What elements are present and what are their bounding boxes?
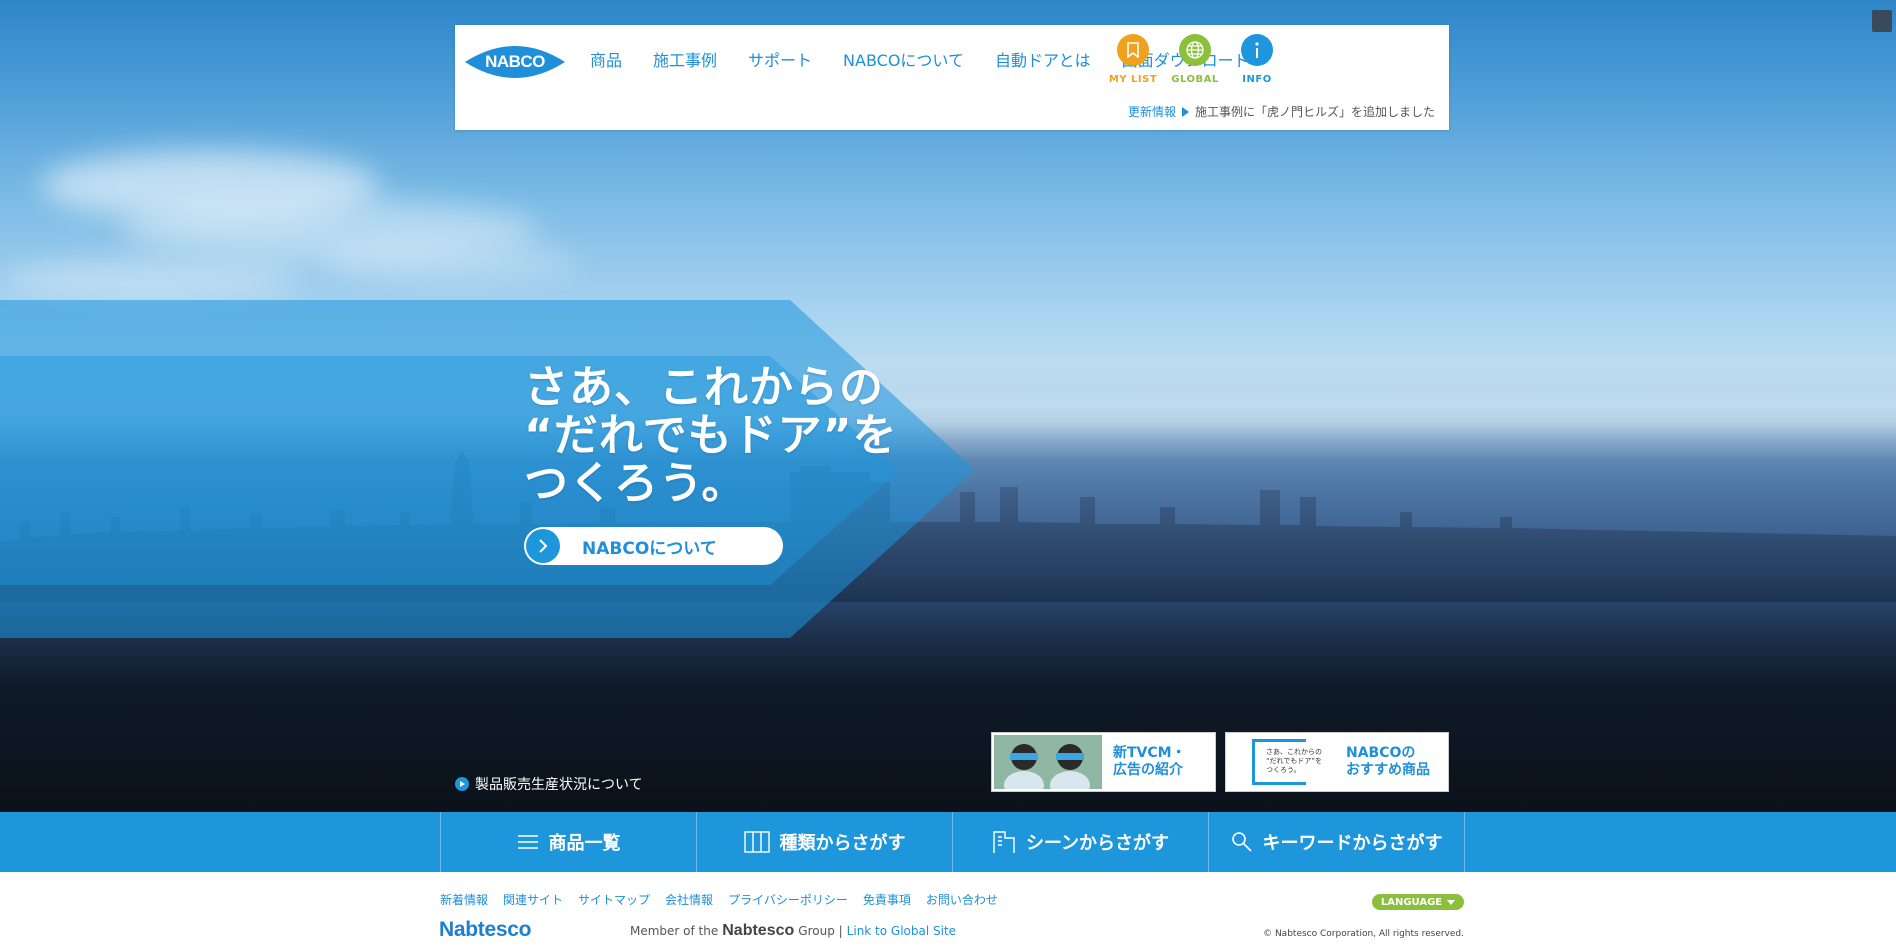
news-text[interactable]: 施工事例に「虎ノ門ヒルズ」を追加しました	[1195, 103, 1435, 120]
global-label: GLOBAL	[1171, 74, 1219, 85]
list-icon	[517, 835, 538, 849]
caret-down-icon	[1447, 899, 1456, 905]
language-dropdown[interactable]: LANGUAGE	[1372, 894, 1464, 910]
extension-icon[interactable]	[1872, 10, 1892, 32]
mylist-button[interactable]: MY LIST	[1108, 34, 1158, 85]
news-ticker: 更新情報 施工事例に「虎ノ門ヒルズ」を追加しました	[1128, 103, 1435, 120]
member-of-group: Member of the Nabtesco Group | Link to G…	[630, 922, 956, 940]
nav-case-studies[interactable]: 施工事例	[653, 47, 717, 71]
tvcm-card-text: 新TVCM・ 広告の紹介	[1113, 745, 1186, 778]
footer-link-company[interactable]: 会社情報	[665, 891, 713, 908]
globe-icon	[1179, 34, 1211, 66]
global-site-link[interactable]: Link to Global Site	[847, 924, 956, 938]
search-icon	[1231, 832, 1252, 852]
nabco-logo[interactable]: NABCO	[465, 42, 565, 82]
nav-support[interactable]: サポート	[748, 47, 812, 71]
site-header: NABCO 商品 施工事例 サポート NABCOについて 自動ドアとは 図面ダウ…	[455, 25, 1449, 130]
member-prefix: Member of the	[630, 924, 719, 938]
hero-headline: さあ、これからの “だれでもドア”を つくろう。	[524, 362, 898, 509]
tab-search-by-scene-label: シーンからさがす	[1025, 833, 1170, 854]
recommended-products-card[interactable]: さあ、これからの “だれでもドア”を つくろう。 NABCOの おすすめ商品	[1225, 732, 1449, 792]
building-icon	[993, 831, 1015, 853]
footer-link-news[interactable]: 新着情報	[440, 891, 488, 908]
footer-link-disclaimer[interactable]: 免責事項	[863, 891, 911, 908]
footer-link-related-sites[interactable]: 関連サイト	[503, 891, 563, 908]
news-label[interactable]: 更新情報	[1128, 103, 1176, 120]
tab-product-list-label: 商品一覧	[548, 833, 621, 854]
tvcm-card[interactable]: 新TVCM・ 広告の紹介	[991, 732, 1216, 792]
tab-search-by-keyword-label: キーワードからさがす	[1262, 833, 1443, 854]
tab-search-by-scene[interactable]: シーンからさがす	[952, 812, 1208, 872]
tab-search-by-keyword[interactable]: キーワードからさがす	[1208, 812, 1465, 872]
info-label: INFO	[1242, 74, 1272, 85]
info-icon	[1241, 34, 1273, 66]
info-button[interactable]: INFO	[1232, 34, 1282, 85]
door-panels-icon	[743, 831, 770, 853]
footer-link-contact[interactable]: お問い合わせ	[926, 891, 998, 908]
tab-product-list[interactable]: 商品一覧	[440, 812, 696, 872]
mylist-label: MY LIST	[1108, 74, 1158, 85]
nav-what-is-auto-door[interactable]: 自動ドアとは	[995, 47, 1091, 71]
tvcm-thumbnail	[994, 735, 1102, 789]
about-nabco-label: NABCOについて	[582, 538, 717, 559]
language-label: LANGUAGE	[1380, 896, 1443, 908]
production-status-label: 製品販売生産状況について	[475, 777, 643, 793]
nabtesco-logo[interactable]: Nabtesco	[439, 918, 531, 942]
triangle-right-icon	[1181, 106, 1189, 117]
chevron-right-icon	[526, 529, 560, 563]
footer-link-privacy[interactable]: プライバシーポリシー	[728, 891, 848, 908]
nav-products[interactable]: 商品	[590, 47, 622, 71]
bookmark-icon	[1117, 34, 1149, 66]
play-icon	[455, 777, 469, 791]
recommended-card-text: NABCOの おすすめ商品	[1346, 745, 1430, 778]
global-button[interactable]: GLOBAL	[1170, 34, 1220, 85]
footer-link-sitemap[interactable]: サイトマップ	[578, 891, 650, 908]
footer-links: 新着情報 関連サイト サイトマップ 会社情報 プライバシーポリシー 免責事項 お…	[440, 891, 1013, 908]
tab-search-by-type[interactable]: 種類からさがす	[696, 812, 952, 872]
production-status-link[interactable]: 製品販売生産状況について	[455, 774, 643, 794]
about-nabco-button[interactable]: NABCOについて	[524, 527, 783, 565]
tab-search-by-type-label: 種類からさがす	[779, 833, 906, 854]
copyright: © Nabtesco Corporation, All rights reser…	[1263, 929, 1464, 939]
logo-text: NABCO	[485, 52, 545, 71]
recommended-thumbnail-text: さあ、これからの “だれでもドア”を つくろう。	[1266, 748, 1323, 774]
member-brand: Nabtesco	[722, 922, 795, 939]
member-suffix: Group |	[798, 924, 843, 938]
search-tab-bar: 商品一覧 種類からさがす シーンからさがす キーワードからさがす	[0, 812, 1896, 872]
nav-about[interactable]: NABCOについて	[843, 47, 964, 71]
